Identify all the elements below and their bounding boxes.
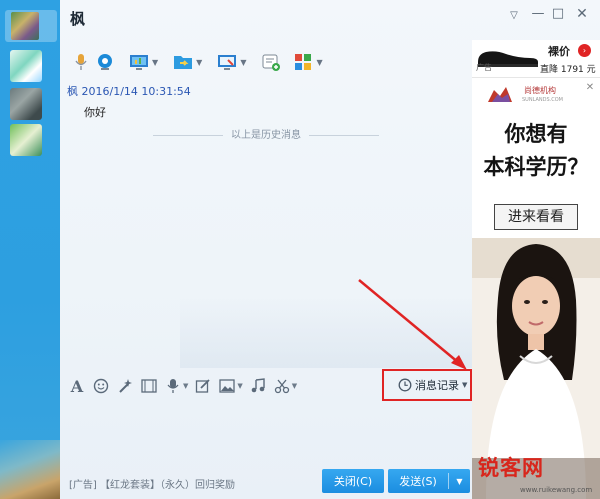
voice-call-icon[interactable] (70, 51, 92, 73)
screen-share-icon[interactable] (128, 51, 150, 73)
clock-icon (398, 378, 412, 392)
message-input[interactable] (60, 402, 472, 466)
sender-name: 枫 (67, 85, 78, 98)
footer-ad-link[interactable]: [广告] 【红龙套装】（永久）回归奖励 (69, 476, 235, 491)
message-header: 枫 2016/1/14 10:31:54 (67, 83, 191, 99)
chevron-down-icon[interactable]: ▼ (240, 58, 246, 67)
advertisement-panel[interactable]: 广告 裸价 › 直降 1791 元 尚德机构 SUNLANDS.COM ✕ 你想… (472, 40, 600, 499)
remote-desktop-icon[interactable] (216, 51, 238, 73)
close-icon[interactable]: ✕ (572, 6, 592, 22)
scissors-icon[interactable] (273, 377, 291, 395)
chevron-down-icon[interactable]: ▼ (152, 58, 158, 67)
maximize-icon[interactable]: □ (548, 6, 568, 21)
watermark-logo: 锐客网 (478, 456, 544, 480)
video-call-icon[interactable] (94, 51, 116, 73)
edit-icon[interactable] (194, 377, 212, 395)
font-icon[interactable]: A (68, 377, 86, 396)
watermark-url: www.ruikewang.com (520, 486, 593, 494)
ad-price-line: 直降 1791 元 (540, 65, 596, 75)
chevron-down-icon[interactable]: ▼ (292, 382, 297, 390)
message-timestamp: 2016/1/14 10:31:54 (81, 85, 191, 98)
create-group-icon[interactable] (260, 51, 282, 73)
window-title: 枫 (70, 10, 86, 28)
ad-headline: 你想有 (504, 121, 568, 146)
ad-tag: 广告 (476, 63, 492, 72)
chat-toolbar: ▼ ▼ ▼ ▼ (70, 48, 337, 76)
chevron-down-icon[interactable]: ▼ (316, 58, 322, 67)
annotation-arrow (358, 279, 467, 370)
close-icon[interactable]: ✕ (584, 82, 596, 94)
ad-headline: 本科学历？ (483, 154, 589, 179)
ad-cta-button[interactable]: 进来看看 (494, 204, 578, 230)
image-icon[interactable] (218, 377, 236, 395)
send-button[interactable]: 发送(S) ▼ (388, 469, 470, 493)
chevron-down-icon[interactable]: ▽ (504, 10, 524, 21)
chevron-down-icon[interactable]: ▼ (183, 382, 188, 390)
ad-brand-en: SUNLANDS.COM (522, 97, 563, 103)
message-history-button[interactable]: 消息记录 ▼ (382, 369, 472, 401)
active-contact-avatar[interactable] (5, 10, 57, 42)
minimize-icon[interactable]: — (528, 6, 548, 21)
music-icon[interactable] (249, 377, 267, 395)
gif-icon[interactable] (140, 377, 158, 395)
history-separator: 以上是历史消息 (60, 126, 472, 141)
background-image (0, 440, 60, 499)
file-transfer-icon[interactable] (172, 51, 194, 73)
send-button-label: 发送(S) (399, 475, 437, 488)
arrow-right-icon: › (578, 44, 591, 57)
apps-icon[interactable] (292, 51, 314, 73)
ad-price-label: 裸价 (548, 45, 570, 58)
contact-sidebar (0, 0, 60, 499)
contact-avatar[interactable] (10, 124, 42, 156)
ad-brand: 尚德机构 (524, 86, 556, 95)
chevron-down-icon: ▼ (462, 381, 468, 389)
emoji-icon[interactable] (92, 377, 110, 395)
contact-avatar[interactable] (10, 50, 42, 82)
voice-message-icon[interactable] (164, 377, 182, 395)
chevron-down-icon[interactable]: ▼ (237, 382, 242, 390)
history-button-label: 消息记录 (415, 379, 459, 392)
ad-shoe-banner[interactable]: 广告 裸价 › 直降 1791 元 (472, 40, 600, 78)
magic-icon[interactable] (116, 377, 134, 395)
chevron-down-icon[interactable]: ▼ (196, 58, 202, 67)
message-text: 你好 (84, 106, 106, 119)
input-toolbar: A ▼ ▼ ▼ (68, 374, 303, 398)
contact-avatar[interactable] (10, 88, 42, 120)
close-button[interactable]: 关闭(C) (322, 469, 384, 493)
chevron-down-icon[interactable]: ▼ (449, 477, 470, 486)
